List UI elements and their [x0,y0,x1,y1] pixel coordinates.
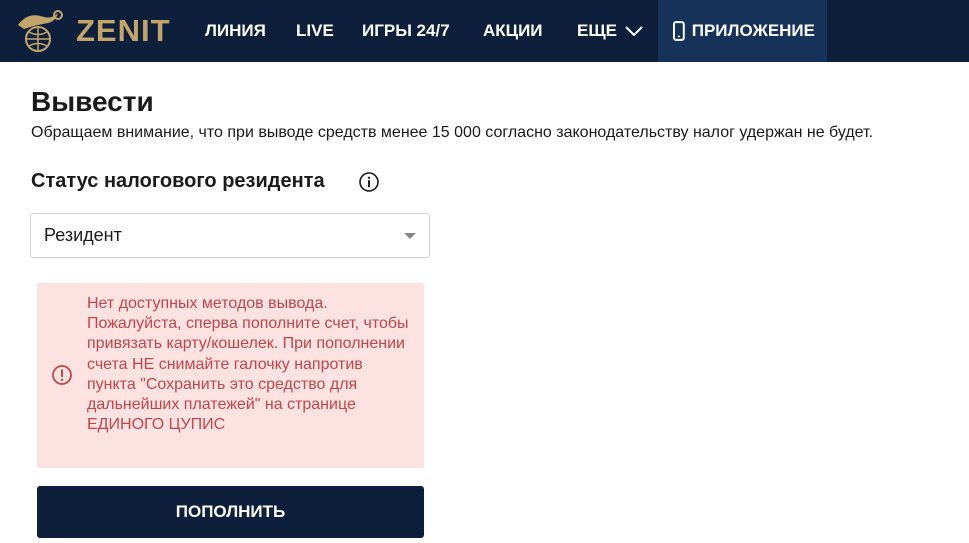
info-icon[interactable] [358,171,380,193]
alert-icon [52,365,72,385]
alert-message: Нет доступных методов вывода. Пожалуйста… [87,295,409,434]
zenit-emblem-icon [18,10,63,52]
nav-item-liniya[interactable]: ЛИНИЯ [205,0,266,62]
chevron-down-icon [625,26,643,36]
top-navigation-bar: ZENIT ЛИНИЯ LIVE ИГРЫ 24/7 АКЦИИ ЕЩЕ ПРИ… [0,0,969,62]
tax-notice-text: Обращаем внимание, что при выводе средст… [31,124,874,141]
nav-item-label: АКЦИИ [483,21,543,40]
tax-status-select[interactable]: Резидент [30,213,430,258]
nav-item-label: ПРИЛОЖЕНИЕ [691,21,815,40]
phone-icon [672,21,685,41]
dropdown-arrow-icon [404,233,416,239]
tax-status-label: Статус налогового резидента [31,170,325,192]
zenit-logo[interactable]: ZENIT [14,0,171,62]
logo-text: ZENIT [76,13,171,48]
nav-item-label: ИГРЫ 24/7 [362,21,450,40]
nav-item-live[interactable]: LIVE [296,0,334,62]
tax-status-selected-value: Резидент [44,225,122,245]
nav-item-label: ЛИНИЯ [205,21,266,40]
nav-item-app[interactable]: ПРИЛОЖЕНИЕ [658,0,827,62]
nav-item-games[interactable]: ИГРЫ 24/7 [362,0,450,62]
nav-item-more[interactable]: ЕЩЕ [577,0,643,62]
nav-item-label: LIVE [296,21,334,40]
deposit-button[interactable]: ПОПОЛНИТЬ [37,486,424,538]
page-title: Вывести [31,86,154,117]
nav-item-promotions[interactable]: АКЦИИ [483,0,543,62]
nav-item-label: ЕЩЕ [577,21,618,40]
no-methods-alert: Нет доступных методов вывода. Пожалуйста… [37,283,424,468]
deposit-button-label: ПОПОЛНИТЬ [175,502,286,521]
